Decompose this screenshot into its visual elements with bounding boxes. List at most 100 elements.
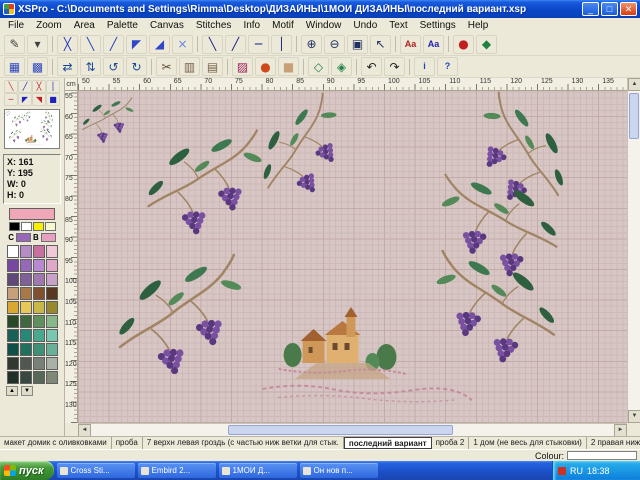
palette-color-4[interactable] (7, 259, 19, 272)
basic-color-2[interactable] (33, 222, 44, 231)
palette-color-28[interactable] (7, 343, 19, 356)
menu-window[interactable]: Window (300, 19, 348, 32)
palette-color-25[interactable] (20, 329, 32, 342)
palette-color-37[interactable] (20, 371, 32, 384)
palette-color-26[interactable] (33, 329, 45, 342)
palette-color-21[interactable] (20, 315, 32, 328)
maximize-button[interactable]: □ (601, 2, 618, 16)
palette-color-17[interactable] (20, 301, 32, 314)
scroll-up-icon[interactable]: ▲ (628, 78, 640, 91)
palette-color-22[interactable] (33, 315, 45, 328)
dir-stitch-horz[interactable]: ─ (4, 93, 18, 106)
dir-stitch-cross[interactable]: ╳ (32, 80, 46, 93)
info-button[interactable]: i (414, 57, 435, 76)
current-color-swatch[interactable] (9, 208, 55, 220)
cut-area[interactable]: ✂ (156, 57, 177, 76)
tool-half-stitch-back[interactable]: ╲ (80, 35, 101, 54)
menu-settings[interactable]: Settings (414, 19, 462, 32)
tab-5[interactable]: 1 дом (не весь для стыковки) (469, 437, 587, 449)
palette-color-27[interactable] (46, 329, 58, 342)
palette-color-12[interactable] (7, 287, 19, 300)
c-color-swatch[interactable] (16, 233, 31, 242)
basic-color-3[interactable] (45, 222, 56, 231)
motif-tool[interactable]: ◆ (476, 35, 497, 54)
tool-quarter-stitch-br[interactable]: ◢ (149, 35, 170, 54)
palette-color-11[interactable] (46, 273, 58, 286)
stamp-motif[interactable]: ◈ (331, 57, 352, 76)
palette-color-29[interactable] (20, 343, 32, 356)
thread-colors[interactable]: ● (255, 57, 276, 76)
tab-2[interactable]: 7 верхн левая гроздь (с частью ниж ветки… (143, 437, 344, 449)
fabric-color[interactable]: ■ (278, 57, 299, 76)
menu-info[interactable]: Info (237, 19, 266, 32)
dir-stitch-full[interactable]: ■ (46, 93, 60, 106)
palette-color-34[interactable] (33, 357, 45, 370)
color-pick-tool[interactable]: ● (453, 35, 474, 54)
menu-motif[interactable]: Motif (266, 19, 300, 32)
menu-canvas[interactable]: Canvas (144, 19, 190, 32)
palette-color-10[interactable] (33, 273, 45, 286)
help-button[interactable]: ? (437, 57, 458, 76)
palette-color-35[interactable] (46, 357, 58, 370)
copy-area[interactable]: ▥ (179, 57, 200, 76)
vertical-scrollbar[interactable]: ▲ ▼ (627, 78, 640, 423)
palette-color-32[interactable] (7, 357, 19, 370)
tray-app-icon[interactable] (558, 467, 566, 475)
menu-help[interactable]: Help (462, 19, 495, 32)
rotate-right[interactable]: ↻ (126, 57, 147, 76)
tool-full-stitch[interactable]: ╳ (57, 35, 78, 54)
palette-editor[interactable]: ▨ (232, 57, 253, 76)
undo-button[interactable]: ↶ (361, 57, 382, 76)
tab-3[interactable]: последний вариант (344, 437, 432, 449)
taskbar-item-0[interactable]: Cross Sti... (57, 463, 135, 478)
palette-color-2[interactable] (33, 245, 45, 258)
basic-color-0[interactable] (9, 222, 20, 231)
text-cyrillic-tool[interactable]: Аа (423, 35, 444, 54)
dir-stitch-ne[interactable]: ╱ (18, 80, 32, 93)
dir-stitch-quarter[interactable]: ◤ (18, 93, 32, 106)
basic-color-1[interactable] (21, 222, 32, 231)
tool-half-stitch-fwd[interactable]: ╱ (103, 35, 124, 54)
flip-vertical[interactable]: ⇅ (80, 57, 101, 76)
palette-color-23[interactable] (46, 315, 58, 328)
dir-stitch-vert[interactable]: │ (46, 80, 60, 93)
b-color-swatch[interactable] (41, 233, 56, 242)
scroll-down-icon[interactable]: ▼ (628, 410, 640, 423)
palette-color-5[interactable] (20, 259, 32, 272)
horizontal-scroll-thumb[interactable] (228, 425, 453, 435)
motif-library[interactable]: ◇ (308, 57, 329, 76)
tab-1[interactable]: проба (112, 437, 143, 449)
taskbar-item-1[interactable]: Embird 2... (138, 463, 216, 478)
zoom-area-tool[interactable]: ▣ (347, 35, 368, 54)
redo-button[interactable]: ↷ (384, 57, 405, 76)
palette-color-3[interactable] (46, 245, 58, 258)
paste-area[interactable]: ▤ (202, 57, 223, 76)
menu-palette[interactable]: Palette (101, 19, 144, 32)
text-latin-tool[interactable]: Aa (400, 35, 421, 54)
palette-color-6[interactable] (33, 259, 45, 272)
palette-scroll-down-icon[interactable]: ▼ (21, 386, 33, 396)
taskbar-item-2[interactable]: 1МОИ Д... (219, 463, 297, 478)
tool-petite-stitch[interactable]: × (172, 35, 193, 54)
menu-stitches[interactable]: Stitches (190, 19, 238, 32)
palette-color-33[interactable] (20, 357, 32, 370)
zoom-out-tool[interactable]: ⊖ (324, 35, 345, 54)
palette-color-30[interactable] (33, 343, 45, 356)
palette-color-31[interactable] (46, 343, 58, 356)
tool-backstitch-fwd[interactable]: ╱ (225, 35, 246, 54)
horizontal-scrollbar[interactable]: ◄ ► (78, 423, 627, 436)
palette-color-15[interactable] (46, 287, 58, 300)
palette-color-0[interactable] (7, 245, 19, 258)
close-button[interactable]: ✕ (620, 2, 637, 16)
taskbar-item-3[interactable]: Он нов п... (300, 463, 378, 478)
menu-undo[interactable]: Undo (347, 19, 383, 32)
palette-color-19[interactable] (46, 301, 58, 314)
pencil-tool[interactable]: ✎ (4, 35, 25, 54)
zoom-in-tool[interactable]: ⊕ (301, 35, 322, 54)
grid-bold-toggle[interactable]: ▩ (27, 57, 48, 76)
tab-6[interactable]: 2 правая ниж гр. (587, 437, 640, 449)
pan-tool[interactable]: ↖ (370, 35, 391, 54)
menu-file[interactable]: File (2, 19, 30, 32)
palette-color-13[interactable] (20, 287, 32, 300)
language-indicator[interactable]: RU (570, 466, 583, 476)
